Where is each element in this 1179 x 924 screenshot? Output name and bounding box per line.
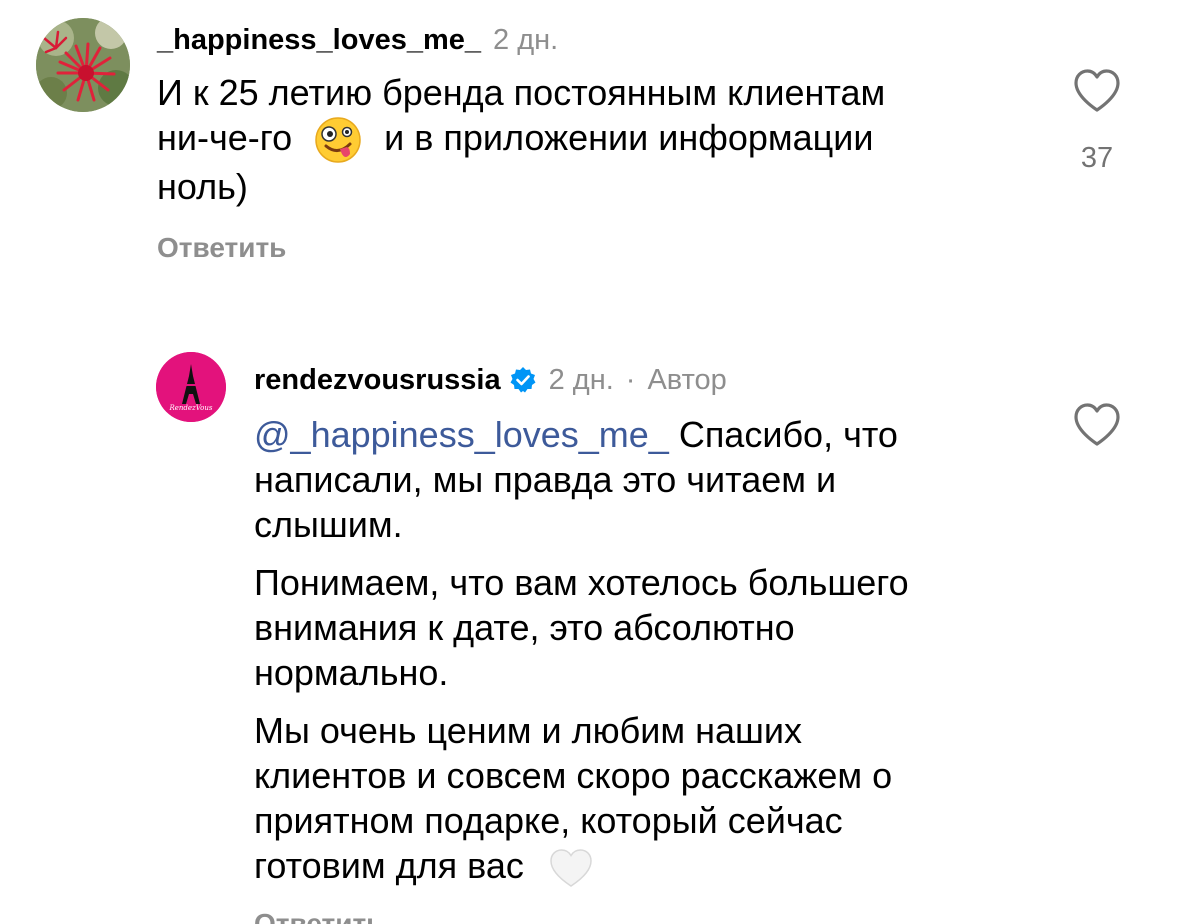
comment-rendezvous: RendezVous rendezvousrussia 2 дн. · Авто…: [0, 330, 1179, 924]
comments-page: _happiness_loves_me_ 2 дн. И к 25 летию …: [0, 0, 1179, 924]
comment-line: и в приложении информации: [384, 117, 874, 158]
avatar[interactable]: [36, 18, 130, 112]
separator: ·: [625, 363, 636, 396]
heart-outline-icon: [1074, 69, 1120, 112]
comment-paragraph-1: @_happiness_loves_me_ Спасибо, что напис…: [254, 412, 1054, 547]
reply-button[interactable]: Ответить: [157, 232, 286, 264]
comment-line: Понимаем, что вам хотелось большего: [254, 562, 909, 603]
comment-line: написали, мы правда это читаем и: [254, 459, 837, 500]
heart-outline-icon: [1074, 403, 1120, 446]
author-label: Автор: [647, 363, 727, 396]
comment-paragraph-2: Понимаем, что вам хотелось большего вним…: [254, 560, 1054, 695]
comment-header: rendezvousrussia 2 дн. · Автор: [254, 360, 727, 400]
comment-line: клиентов и совсем скоро расскажем о: [254, 755, 893, 796]
comment-text: И к 25 летию бренда постоянным клиентам …: [157, 70, 1037, 209]
comment-line: готовим для вас: [254, 845, 524, 886]
like-button[interactable]: [1072, 402, 1122, 448]
reply-button[interactable]: Ответить: [254, 908, 383, 924]
comment-line: нормально.: [254, 652, 449, 693]
mention-link[interactable]: @_happiness_loves_me_: [254, 414, 669, 455]
like-button[interactable]: [1072, 68, 1122, 114]
svg-text:RendezVous: RendezVous: [169, 404, 213, 412]
zany-face-emoji: [314, 116, 362, 164]
like-count: 37: [1080, 142, 1114, 174]
brand-logo-icon: RendezVous: [156, 352, 226, 422]
white-heart-emoji: [548, 847, 594, 889]
comment-line: внимания к дате, это абсолютно: [254, 607, 795, 648]
flower-photo-icon: [36, 18, 130, 112]
comment-line: ноль): [157, 166, 248, 208]
verified-badge-icon: [509, 366, 537, 394]
comment-line: слышим.: [254, 504, 403, 545]
comment-line: приятном подарке, который сейчас: [254, 800, 843, 841]
timestamp: 2 дн.: [493, 23, 559, 56]
comment-line: Мы очень ценим и любим наших: [254, 710, 802, 751]
avatar[interactable]: RendezVous: [156, 352, 226, 422]
username[interactable]: _happiness_loves_me_: [157, 24, 481, 57]
comment-line: Спасибо, что: [668, 414, 898, 455]
comment-paragraph-3: Мы очень ценим и любим наших клиентов и …: [254, 708, 1054, 889]
comment-line: И к 25 летию бренда постоянным клиентам: [157, 72, 886, 113]
comment-line: ни-че-го: [157, 117, 293, 158]
comment-happiness: _happiness_loves_me_ 2 дн. И к 25 летию …: [0, 0, 1179, 300]
comment-header: _happiness_loves_me_ 2 дн.: [157, 20, 558, 60]
timestamp: 2 дн.: [548, 363, 614, 396]
username[interactable]: rendezvousrussia: [254, 364, 501, 397]
